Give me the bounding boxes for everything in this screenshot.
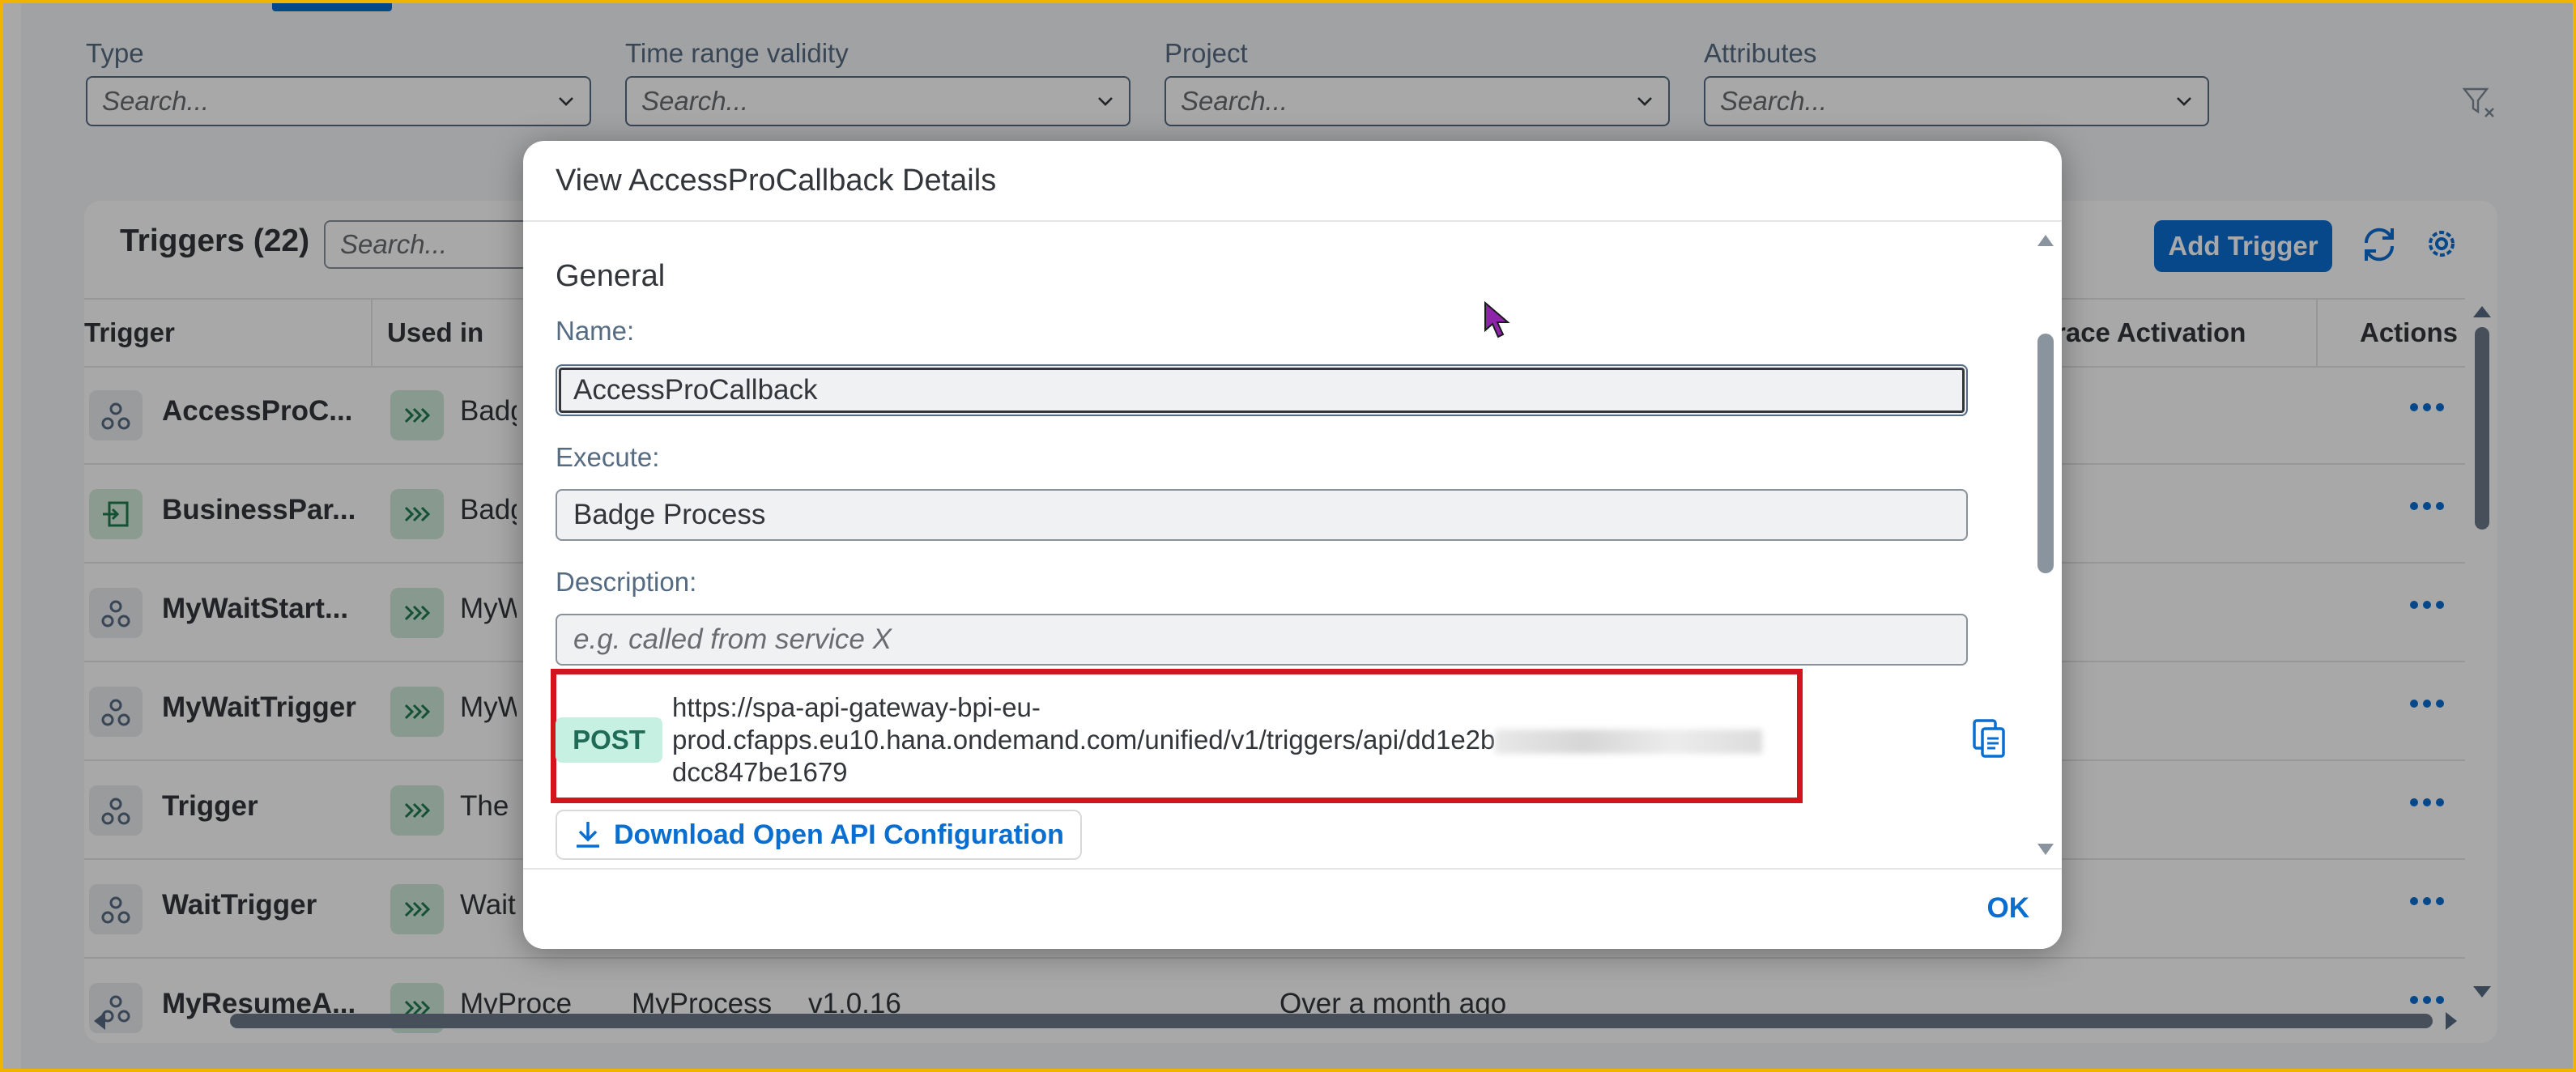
description-placeholder: e.g. called from service X	[573, 623, 892, 655]
url-line: https://spa-api-gateway-bpi-eu-	[672, 692, 1041, 722]
download-icon	[577, 822, 599, 848]
name-value: AccessProCallback	[573, 374, 818, 406]
redacted-text	[1495, 730, 1763, 755]
name-label: Name:	[556, 316, 635, 346]
view-details-dialog: View AccessProCallback Details General N…	[523, 141, 2062, 949]
url-line: dcc847be1679	[672, 757, 848, 787]
execute-label: Execute:	[556, 442, 660, 472]
download-label: Download Open API Configuration	[614, 819, 1064, 850]
ok-button[interactable]: OK	[1987, 892, 2030, 925]
dialog-scroll-up-icon[interactable]	[2036, 232, 2055, 248]
dialog-scrollbar-thumb[interactable]	[2037, 334, 2054, 573]
endpoint-url[interactable]: https://spa-api-gateway-bpi-eu- prod.cfa…	[672, 691, 1790, 789]
dialog-footer: OK	[523, 868, 2062, 949]
dialog-scroll-down-icon[interactable]	[2036, 842, 2055, 858]
section-title: General	[556, 259, 666, 293]
dialog-title: View AccessProCallback Details	[556, 164, 997, 198]
name-field[interactable]: AccessProCallback	[556, 364, 1968, 416]
mouse-pointer-icon	[1484, 301, 1510, 338]
download-openapi-link[interactable]: Download Open API Configuration	[556, 810, 1082, 860]
execute-field[interactable]: Badge Process	[556, 489, 1968, 541]
dialog-header: View AccessProCallback Details	[523, 141, 2062, 222]
description-label: Description:	[556, 567, 697, 597]
url-line: prod.cfapps.eu10.hana.ondemand.com/unifi…	[672, 725, 1496, 755]
description-field[interactable]: e.g. called from service X	[556, 614, 1968, 666]
http-method-badge: POST	[556, 717, 662, 763]
execute-value: Badge Process	[573, 499, 766, 530]
url-line-with-redaction: prod.cfapps.eu10.hana.ondemand.com/unifi…	[672, 724, 1790, 756]
copy-icon[interactable]	[1971, 717, 2008, 759]
